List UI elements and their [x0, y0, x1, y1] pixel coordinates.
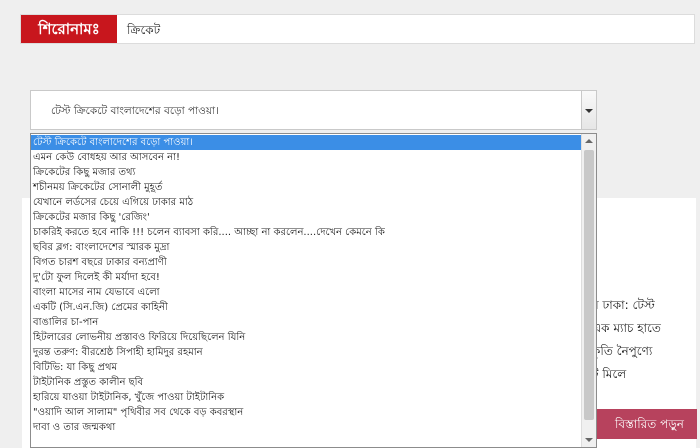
dropdown-option[interactable]: একটি (সি.এন.জি) প্রেমের কাহিনী [31, 300, 581, 315]
dropdown-option[interactable]: যেখানে লর্ডসের চেয়ে এগিয়ে ঢাকার মাঠ [31, 195, 581, 210]
dropdown-option[interactable]: শচীনময় ক্রিকেটের সোনালী মুহূর্ত [31, 180, 581, 195]
title-row: শিরোনামঃ ক্রিকেট [20, 14, 695, 44]
chevron-down-icon [585, 109, 593, 113]
dropdown-option[interactable]: চাকরিই করতে হবে নাকি !!! চলেন ব্যাবসা কর… [31, 225, 581, 240]
scroll-up-button[interactable] [582, 134, 596, 148]
dropdown-option[interactable]: হারিয়ে যাওয়া টাইটানিক, খুঁজে পাওয়া টা… [31, 390, 581, 405]
dropdown-option[interactable]: বাংলা মাসের নাম যেভাবে এলো [31, 285, 581, 300]
dropdown-option[interactable]: বিটিভি: যা কিছু প্রথম [31, 360, 581, 375]
title-value: ক্রিকেট [127, 23, 161, 37]
dropdown-option[interactable]: ছবির ব্লগ: বাংলাদেশের স্মারক মুদ্রা [31, 240, 581, 255]
select-dropdown-button[interactable] [581, 91, 596, 129]
dropdown-option[interactable]: ক্রিকেটের মজার কিছু 'রেজিং' [31, 210, 581, 225]
scrollbar-thumb[interactable] [584, 150, 594, 420]
dropdown-option[interactable]: দুরন্ত তরুণ: বীরশ্রেষ্ঠ সিপাহী হামিদুর র… [31, 345, 581, 360]
dropdown-scrollbar[interactable] [581, 134, 596, 447]
dropdown-option[interactable]: টাইটানিক প্রস্তুত কালীন ছবি [31, 375, 581, 390]
dropdown-option[interactable]: বিগত চারশ বছরে ঢাকার বন্যপ্রাণী [31, 255, 581, 270]
excerpt-line: কৃতি নৈপুণ্যে [592, 344, 653, 358]
dropdown-option[interactable]: দাবা ও তার জন্মকথা [31, 420, 581, 435]
dropdown-option[interactable]: এমন কেউ বোধহয় আর আসবেন না! [31, 150, 581, 165]
scroll-down-button[interactable] [582, 433, 596, 447]
dropdown-option[interactable]: দু'টো ফুল দিলেই কী মর্যাদা হবে! [31, 270, 581, 285]
dropdown-list[interactable]: টেস্ট ক্রিকেটে বাংলাদেশের বড়ো পাওয়া। এ… [30, 133, 597, 448]
title-select[interactable]: টেস্ট ক্রিকেটে বাংলাদেশের বড়ো পাওয়া। [30, 90, 597, 130]
dropdown-option[interactable]: "ওয়াদি আল সালাম" পৃথিবীর সব থেকে বড় কব… [31, 405, 581, 420]
excerpt-line: ম ঢাকা: টেস্ট [592, 298, 655, 312]
chevron-up-icon [585, 139, 593, 143]
excerpt-line: এক ম্যাচ হাতে [592, 321, 661, 335]
title-label: শিরোনামঃ [21, 15, 117, 43]
dropdown-option[interactable]: ক্রিকেটের কিছু মজার তথ্য [31, 165, 581, 180]
chevron-down-icon [585, 438, 593, 442]
dropdown-option-selected[interactable]: টেস্ট ক্রিকেটে বাংলাদেশের বড়ো পাওয়া। [31, 135, 581, 150]
excerpt-line: ট মিলে [592, 367, 627, 381]
read-more-button[interactable]: বিস্তারিত পড়ুন [589, 409, 697, 439]
dropdown-option[interactable]: হিটলারের লোভনীয় প্রস্তাবও ফিরিয়ে দিয়ে… [31, 330, 581, 345]
dropdown-option[interactable]: বাঙালির চা-পান [31, 315, 581, 330]
card-excerpt: ম ঢাকা: টেস্ট এক ম্যাচ হাতে কৃতি নৈপুণ্য… [592, 294, 700, 386]
select-current-value: টেস্ট ক্রিকেটে বাংলাদেশের বড়ো পাওয়া। [51, 105, 219, 117]
